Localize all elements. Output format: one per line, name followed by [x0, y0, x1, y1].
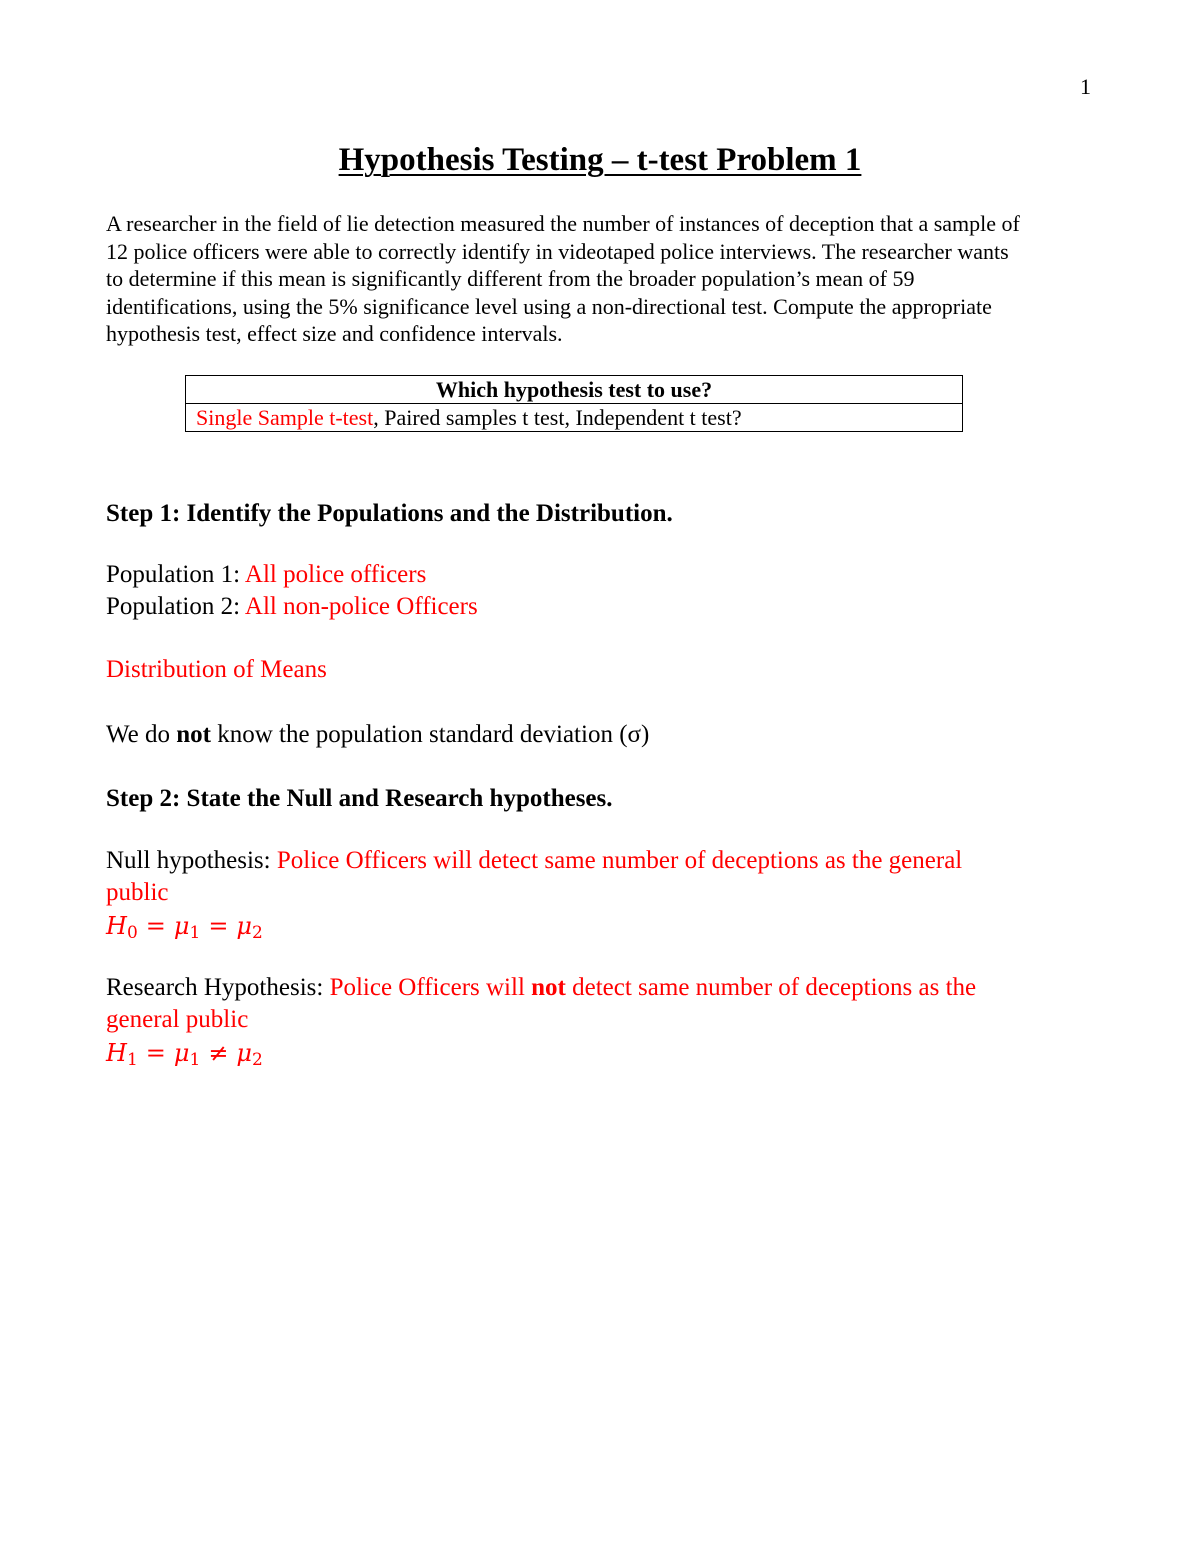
- null-formula: H0 = μ1 = μ2: [106, 912, 263, 943]
- sigma-suffix: know the population standard deviation (…: [210, 721, 650, 748]
- sigma-statement: We do not know the population standard d…: [106, 721, 649, 749]
- distribution-type: Distribution of Means: [106, 656, 327, 683]
- research-text: Police Officers will: [329, 974, 532, 1001]
- null-label: Null hypothesis:: [106, 847, 277, 874]
- research-label: Research Hypothesis:: [106, 974, 330, 1001]
- step2-heading: Step 2: State the Null and Research hypo…: [106, 785, 613, 812]
- null-hypothesis: Null hypothesis: Police Officers will de…: [106, 847, 962, 875]
- page-number: 1: [1080, 74, 1091, 99]
- table-header: Which hypothesis test to use?: [185, 375, 963, 404]
- step1-heading: Step 1: Identify the Populations and the…: [106, 500, 673, 527]
- research-emphasis: not: [531, 974, 566, 1001]
- table-options-cell: Single Sample t-test, Paired samples t t…: [185, 403, 963, 432]
- population-2-value: All non-police Officers: [244, 593, 478, 620]
- sigma-emphasis: not: [176, 721, 211, 748]
- sigma-prefix: We do: [106, 721, 177, 748]
- selected-test: Single Sample t-test: [196, 405, 374, 430]
- research-text-post: detect same number of deceptions as the: [565, 974, 977, 1001]
- problem-line: to determine if this mean is significant…: [106, 266, 915, 291]
- problem-line: A researcher in the field of lie detecti…: [106, 211, 1020, 236]
- population-2: Population 2: All non-police Officers: [106, 593, 478, 621]
- research-text-cont: general public: [106, 1006, 249, 1033]
- research-hypothesis: Research Hypothesis: Police Officers wil…: [106, 974, 976, 1002]
- population-1-value: All police officers: [244, 561, 427, 588]
- population-1-label: Population 1:: [106, 561, 245, 588]
- population-2-label: Population 2:: [106, 593, 245, 620]
- problem-statement: A researcher in the field of lie detecti…: [106, 210, 1096, 348]
- problem-line: identifications, using the 5% significan…: [106, 293, 992, 319]
- problem-line: hypothesis test, effect size and confide…: [106, 321, 563, 346]
- null-text: Police Officers will detect same number …: [276, 847, 963, 874]
- null-text-cont: public: [106, 879, 169, 906]
- research-formula: H1 = μ1 ≠ μ2: [106, 1039, 263, 1070]
- document-title: Hypothesis Testing – t-test Problem 1: [338, 142, 862, 178]
- problem-line: 12 police officers were able to correctl…: [106, 238, 1009, 264]
- test-selection-table: Which hypothesis test to use? Single Sam…: [185, 375, 963, 432]
- population-1: Population 1: All police officers: [106, 561, 426, 589]
- other-tests: , Paired samples t test, Independent t t…: [373, 405, 742, 430]
